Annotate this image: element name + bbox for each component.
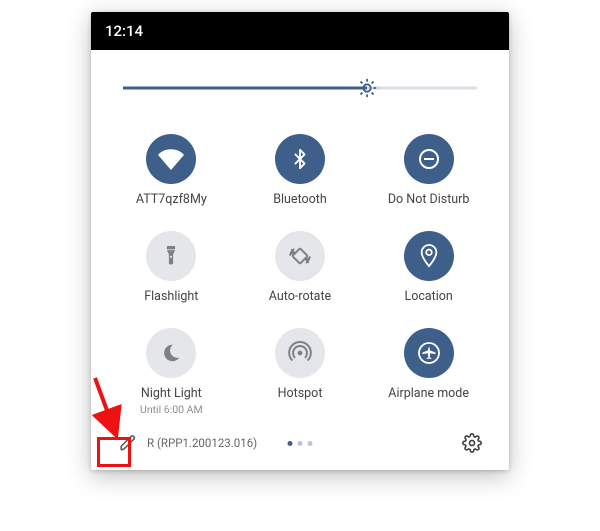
status-bar: 12:14 <box>91 12 509 50</box>
tile-dnd[interactable]: Do Not Disturb <box>366 126 491 217</box>
gear-icon <box>462 433 482 453</box>
flashlight-icon <box>146 231 196 281</box>
brightness-slider[interactable] <box>123 70 477 106</box>
status-time: 12:14 <box>105 22 143 40</box>
rotate-icon <box>275 231 325 281</box>
tile-flashlight[interactable]: Flashlight <box>109 223 234 314</box>
tile-wifi[interactable]: ATT7qzf8My <box>109 126 234 217</box>
tile-hotspot[interactable]: Hotspot <box>238 320 363 426</box>
tile-autorotate[interactable]: Auto-rotate <box>238 223 363 314</box>
build-text: R (RPP1.200123.016) <box>147 436 257 450</box>
tile-label: Do Not Disturb <box>388 192 470 207</box>
airplane-icon <box>404 328 454 378</box>
tile-location[interactable]: Location <box>366 223 491 314</box>
tiles-grid: ATT7qzf8My Bluetooth Do Not Disturb Flas… <box>103 126 497 426</box>
tile-label: Hotspot <box>278 386 323 401</box>
page-dot <box>288 441 293 446</box>
tile-label: Night Light <box>141 386 202 401</box>
tile-bluetooth[interactable]: Bluetooth <box>238 126 363 217</box>
tile-label: ATT7qzf8My <box>136 192 207 207</box>
location-icon <box>404 231 454 281</box>
page-dot <box>308 441 313 446</box>
tile-airplane[interactable]: Airplane mode <box>366 320 491 426</box>
panel-footer: R (RPP1.200123.016) <box>103 426 497 464</box>
edit-button[interactable] <box>113 428 143 458</box>
settings-button[interactable] <box>457 428 487 458</box>
bluetooth-icon <box>275 134 325 184</box>
slider-fill <box>123 87 367 90</box>
tile-label: Location <box>404 289 452 304</box>
tile-nightlight[interactable]: Night Light Until 6:00 AM <box>109 320 234 426</box>
page-dots[interactable] <box>288 441 313 446</box>
tile-label: Auto-rotate <box>269 289 331 304</box>
pencil-icon <box>119 434 137 452</box>
tile-label: Airplane mode <box>388 386 469 401</box>
dnd-icon <box>404 134 454 184</box>
tile-sublabel: Until 6:00 AM <box>140 403 203 416</box>
nightlight-icon <box>146 328 196 378</box>
wifi-icon <box>146 134 196 184</box>
brightness-thumb-icon[interactable] <box>356 77 378 99</box>
tile-label: Bluetooth <box>273 192 327 207</box>
quick-settings-panel: ATT7qzf8My Bluetooth Do Not Disturb Flas… <box>91 50 509 470</box>
phone-frame: 12:14 <box>91 12 509 470</box>
hotspot-icon <box>275 328 325 378</box>
page-dot <box>298 441 303 446</box>
tile-label: Flashlight <box>144 289 198 304</box>
